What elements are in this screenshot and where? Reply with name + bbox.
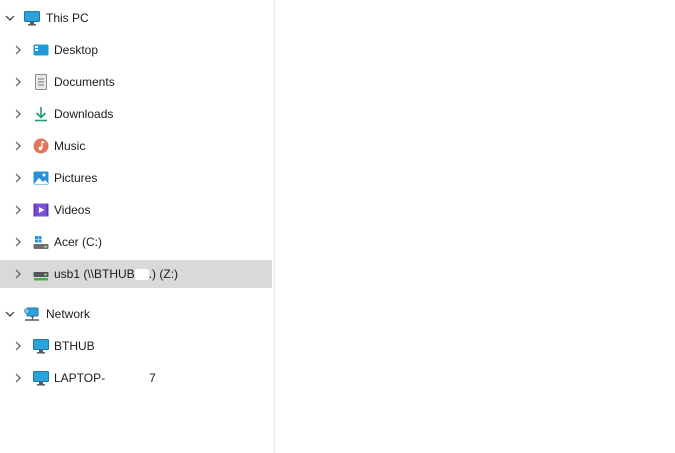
tree-item-music[interactable]: Music (0, 132, 272, 160)
tree-item-label: Videos (54, 203, 91, 217)
network-drive-icon (33, 266, 49, 282)
laptop-label-suffix: 7 (149, 371, 156, 385)
tree-item-acer-c[interactable]: Acer (C:) (0, 228, 272, 256)
tree-item-label: This PC (46, 11, 89, 25)
tree-item-label: usb1 (\\BTHUB .) (Z:) (54, 267, 178, 281)
tree-item-label: Network (46, 307, 91, 321)
music-icon (33, 138, 49, 154)
usb-label-prefix: usb1 (\\BTHUB (54, 267, 135, 281)
tree-item-documents[interactable]: Documents (0, 68, 272, 96)
chevron-right-icon[interactable] (12, 172, 24, 184)
monitor-icon (24, 10, 40, 26)
desktop-folder-icon (33, 42, 49, 58)
tree-item-network[interactable]: Network (0, 300, 272, 328)
chevron-down-icon[interactable] (4, 308, 16, 320)
drive-icon (33, 234, 49, 250)
download-arrow-icon (33, 106, 49, 122)
tree-item-label: LAPTOP- 7 (54, 371, 156, 385)
documents-icon (33, 74, 49, 90)
chevron-right-icon[interactable] (12, 268, 24, 280)
tree-item-label: Desktop (54, 43, 99, 57)
tree-item-videos[interactable]: Videos (0, 196, 272, 224)
chevron-right-icon[interactable] (12, 76, 24, 88)
chevron-right-icon[interactable] (12, 140, 24, 152)
chevron-down-icon[interactable] (4, 12, 16, 24)
chevron-right-icon[interactable] (12, 236, 24, 248)
bthub-label: BTHUB (54, 339, 95, 353)
redacted-text (105, 373, 150, 385)
tree-item-bthub[interactable]: BTHUB (0, 332, 272, 360)
chevron-right-icon[interactable] (12, 340, 24, 352)
tree-item-pictures[interactable]: Pictures (0, 164, 272, 192)
content-pane[interactable] (276, 0, 675, 453)
tree-item-usb1-z[interactable]: usb1 (\\BTHUB .) (Z:) (0, 260, 272, 288)
tree-item-desktop[interactable]: Desktop (0, 36, 272, 64)
videos-icon (33, 202, 49, 218)
navigation-pane: This PC Desktop Documents Downloads Musi… (0, 0, 275, 453)
redacted-text (94, 341, 119, 353)
tree-item-label: Pictures (54, 171, 98, 185)
tree-item-label: Acer (C:) (54, 235, 102, 249)
tree-item-label: Downloads (54, 107, 114, 121)
chevron-right-icon[interactable] (12, 372, 24, 384)
laptop-label-prefix: LAPTOP- (54, 371, 106, 385)
computer-icon (33, 370, 49, 386)
tree-item-laptop[interactable]: LAPTOP- 7 (0, 364, 272, 392)
tree-item-label: Documents (54, 75, 115, 89)
pictures-icon (33, 170, 49, 186)
usb-label-suffix: .) (Z:) (148, 267, 179, 281)
tree-item-label: BTHUB (54, 339, 119, 353)
chevron-right-icon[interactable] (12, 204, 24, 216)
tree-item-downloads[interactable]: Downloads (0, 100, 272, 128)
tree-item-this-pc[interactable]: This PC (0, 4, 272, 32)
chevron-right-icon[interactable] (12, 44, 24, 56)
chevron-right-icon[interactable] (12, 108, 24, 120)
network-icon (24, 306, 40, 322)
computer-icon (33, 338, 49, 354)
redacted-text (134, 269, 149, 281)
tree-item-label: Music (54, 139, 86, 153)
